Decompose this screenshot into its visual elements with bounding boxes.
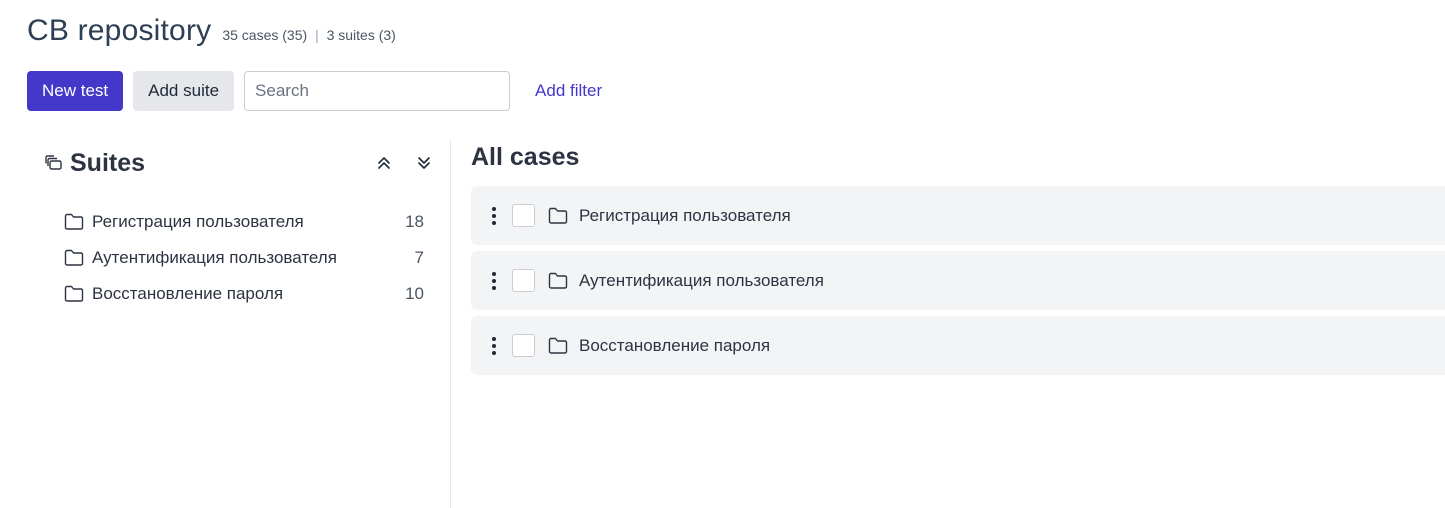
suite-row[interactable]: Аутентификация пользователя [471, 251, 1445, 310]
page-title: CB repository [27, 14, 212, 47]
suite-item-count: 18 [405, 212, 424, 231]
suite-item[interactable]: Восстановление пароля 10 [44, 269, 434, 319]
folder-icon [64, 213, 84, 231]
cases-count: 35 cases (35) [222, 27, 308, 43]
folder-icon [548, 272, 568, 290]
suite-item-count: 10 [405, 284, 424, 303]
suite-list: Регистрация пользователя 18 Аутентификац… [44, 197, 434, 319]
suite-item-count: 7 [414, 248, 424, 267]
folder-icon [64, 249, 84, 267]
page-header: CB repository 35 cases (35) | 3 suites (… [27, 14, 396, 48]
add-suite-button[interactable]: Add suite [133, 71, 235, 111]
more-options-icon[interactable] [487, 336, 501, 355]
suite-item-label: Регистрация пользователя [92, 212, 304, 231]
sidebar-title: Suites [70, 148, 146, 177]
suite-row-label: Восстановление пароля [579, 335, 771, 355]
suite-item-label: Восстановление пароля [92, 284, 284, 303]
add-filter-link[interactable]: Add filter [535, 81, 602, 101]
suite-rows: Регистрация пользователя Аутентификация … [471, 186, 1445, 375]
suite-row-label: Регистрация пользователя [579, 205, 791, 225]
row-checkbox[interactable] [512, 204, 535, 227]
repository-stats: 35 cases (35) | 3 suites (3) [222, 27, 396, 43]
cases-panel: All cases Регистрация пользователя Аутен… [471, 140, 1445, 381]
more-options-icon[interactable] [487, 271, 501, 290]
search-input[interactable] [244, 71, 511, 111]
more-options-icon[interactable] [487, 206, 501, 225]
folder-icon [548, 337, 568, 355]
suites-sidebar: Suites Регистрация пользователя 18 Аутен… [44, 145, 434, 319]
suite-item-label: Аутентификация пользователя [92, 248, 337, 267]
suites-count: 3 suites (3) [326, 27, 396, 43]
toolbar: New test Add suite Add filter [27, 71, 602, 111]
row-checkbox[interactable] [512, 269, 535, 292]
new-test-button[interactable]: New test [27, 71, 124, 111]
suite-row[interactable]: Регистрация пользователя [471, 186, 1445, 245]
stats-separator: | [315, 27, 319, 43]
sidebar-header: Suites [44, 145, 434, 181]
folder-icon [64, 285, 84, 303]
row-checkbox[interactable] [512, 334, 535, 357]
cases-panel-title: All cases [471, 143, 580, 171]
folder-icon [548, 207, 568, 225]
suite-row[interactable]: Восстановление пароля [471, 316, 1445, 375]
stack-icon [44, 153, 64, 173]
suite-row-label: Аутентификация пользователя [579, 270, 824, 290]
panel-divider[interactable] [450, 140, 451, 508]
chevrons-down-icon[interactable] [414, 153, 434, 173]
chevrons-up-icon[interactable] [374, 153, 394, 173]
